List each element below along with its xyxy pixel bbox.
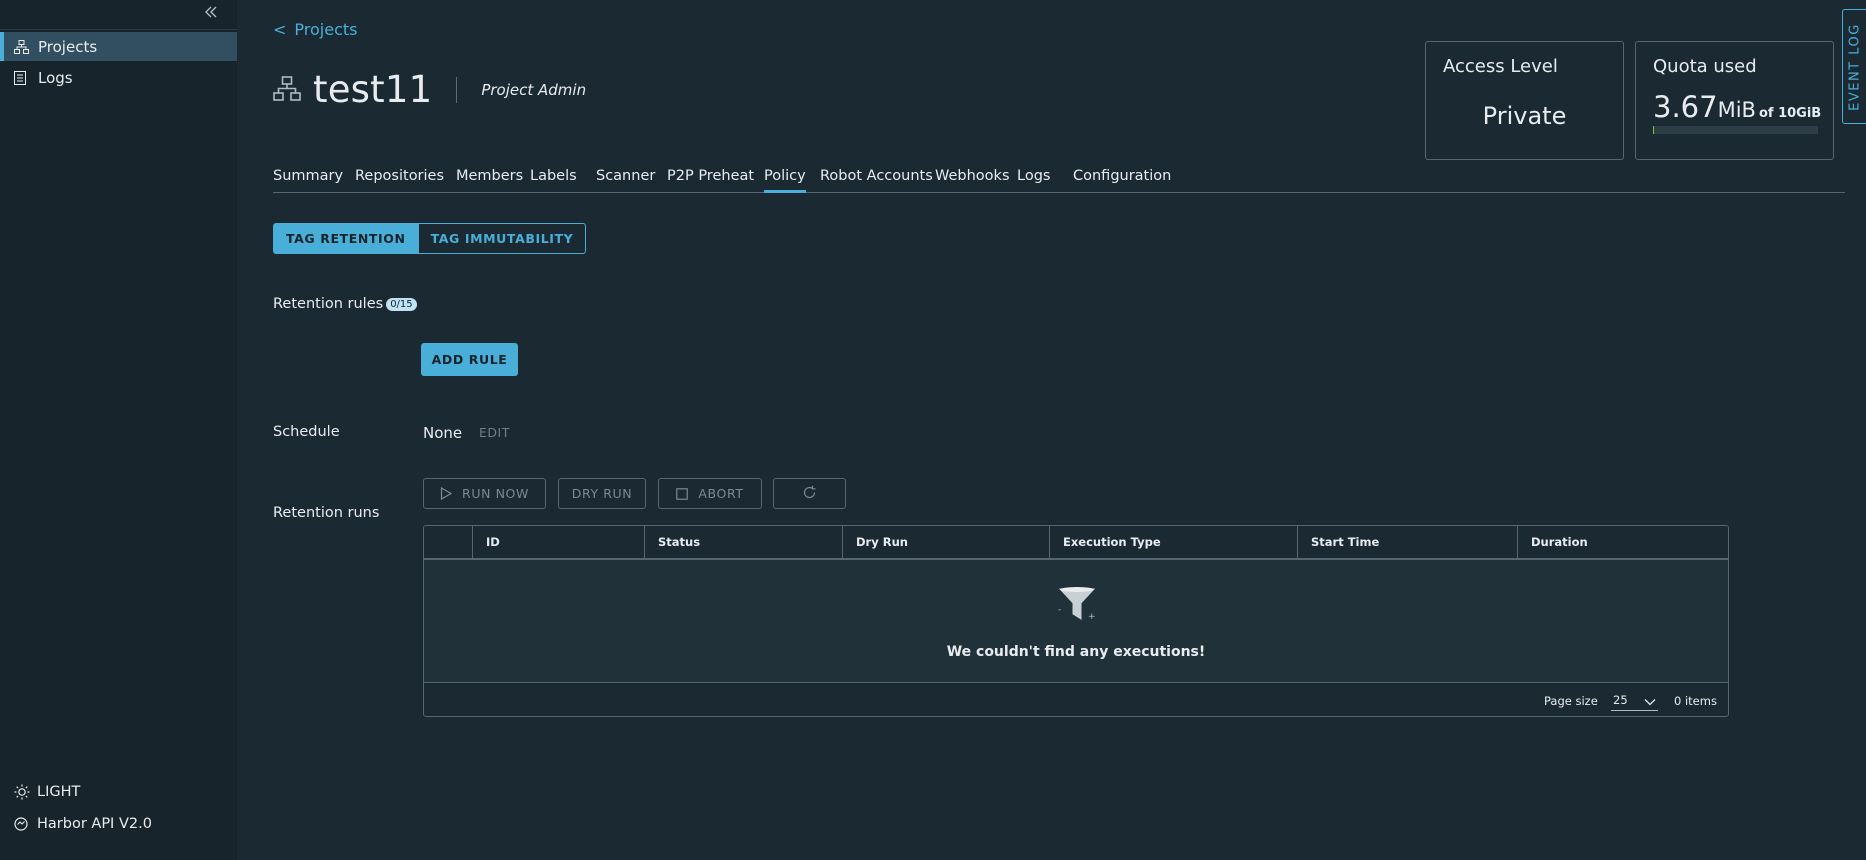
tab-webhooks[interactable]: Webhooks: [935, 168, 1010, 193]
chevron-down-icon: [1644, 695, 1656, 709]
tab-policy[interactable]: Policy: [764, 168, 806, 193]
quota-card: Quota used 3.67MiB of 10GiB: [1635, 41, 1834, 160]
column-header-start-time[interactable]: Start Time: [1297, 526, 1517, 558]
harbor-api-link[interactable]: Harbor API V2.0: [0, 811, 237, 837]
abort-button[interactable]: ABORT: [658, 478, 762, 509]
project-header: test11 Project Admin: [273, 68, 586, 111]
sidebar-item-label: Logs: [38, 68, 73, 87]
project-tabs: Summary Repositories Members Labels Scan…: [273, 168, 1845, 193]
access-level-card: Access Level Private: [1425, 41, 1624, 160]
retention-runs-label: Retention runs: [273, 505, 380, 521]
retention-rules-text: Retention rules: [273, 296, 384, 312]
sidebar: Projects Logs LIGHT Harbor API V2.0: [0, 0, 237, 860]
table-footer: Page size 25 0 items: [424, 682, 1728, 716]
quota-total: of 10GiB: [1758, 106, 1822, 121]
svg-text:-: -: [1058, 605, 1061, 615]
tab-repositories[interactable]: Repositories: [355, 168, 444, 193]
retention-rules-label: Retention rules 0/15: [273, 296, 417, 312]
items-count: 0 items: [1674, 694, 1717, 708]
title-divider: [456, 76, 458, 103]
empty-state-text: We couldn't find any executions!: [946, 644, 1206, 660]
column-header-status[interactable]: Status: [644, 526, 842, 558]
retention-runs-table: ID Status Dry Run Execution Type Start T…: [423, 525, 1729, 717]
access-level-title: Access Level: [1443, 56, 1558, 77]
event-log-tab[interactable]: EVENT LOG: [1842, 9, 1866, 124]
tab-p2p-preheat[interactable]: P2P Preheat: [667, 168, 754, 193]
breadcrumb-projects-link[interactable]: Projects: [294, 20, 357, 39]
schedule-edit-button[interactable]: EDIT: [479, 425, 510, 440]
refresh-icon: [802, 485, 817, 503]
tab-logs[interactable]: Logs: [1017, 168, 1050, 193]
quota-unit: MiB: [1717, 98, 1756, 122]
tab-scanner[interactable]: Scanner: [596, 168, 655, 193]
column-header-execution-type[interactable]: Execution Type: [1049, 526, 1297, 558]
add-rule-button[interactable]: ADD RULE: [421, 343, 518, 376]
projects-icon: [14, 39, 33, 54]
api-label: Harbor API V2.0: [37, 816, 152, 832]
sidebar-item-logs[interactable]: Logs: [0, 63, 237, 92]
sidebar-item-label: Projects: [38, 37, 98, 56]
play-icon: [440, 487, 453, 500]
run-now-button[interactable]: RUN NOW: [423, 478, 546, 509]
quota-progress-fill: [1653, 126, 1654, 134]
page-size-label: Page size: [1544, 694, 1598, 708]
chevron-left-icon: <: [273, 20, 287, 39]
column-header-id[interactable]: ID: [472, 526, 644, 558]
quota-title: Quota used: [1653, 56, 1757, 77]
tag-retention-button[interactable]: TAG RETENTION: [273, 223, 419, 254]
quota-value: 3.67MiB of 10GiB: [1653, 90, 1821, 124]
theme-toggle[interactable]: LIGHT: [0, 779, 237, 805]
filter-funnel-icon: - +: [1056, 586, 1098, 628]
table-body: - + We couldn't find any executions!: [424, 560, 1728, 682]
breadcrumb[interactable]: < Projects: [273, 20, 357, 39]
schedule-label: Schedule: [273, 424, 340, 440]
theme-label: LIGHT: [37, 784, 81, 800]
collapse-sidebar-icon[interactable]: [203, 3, 223, 23]
main-content: < Projects test11 Project Admin Access Le…: [237, 0, 1866, 860]
schedule-value: None: [423, 424, 463, 442]
refresh-button[interactable]: [773, 478, 846, 509]
run-now-label: RUN NOW: [462, 486, 529, 501]
sun-icon: [14, 784, 33, 800]
dry-run-label: DRY RUN: [571, 486, 633, 501]
page-size-value: 25: [1613, 693, 1628, 707]
tab-summary[interactable]: Summary: [273, 168, 343, 193]
tab-configuration[interactable]: Configuration: [1073, 168, 1171, 193]
access-level-value: Private: [1482, 102, 1567, 130]
stop-icon: [676, 487, 689, 500]
sidebar-item-projects[interactable]: Projects: [0, 32, 237, 61]
quota-number: 3.67: [1653, 90, 1718, 124]
sidebar-divider: [0, 29, 237, 30]
dry-run-button[interactable]: DRY RUN: [558, 478, 646, 509]
event-log-label: EVENT LOG: [1847, 22, 1863, 111]
tab-members[interactable]: Members: [456, 168, 523, 193]
project-icon: [273, 75, 301, 104]
api-icon: [14, 817, 33, 831]
abort-label: ABORT: [698, 486, 744, 501]
column-header-dry-run[interactable]: Dry Run: [842, 526, 1049, 558]
quota-progress-bar: [1653, 126, 1818, 134]
tag-immutability-button[interactable]: TAG IMMUTABILITY: [418, 223, 587, 254]
table-header: ID Status Dry Run Execution Type Start T…: [424, 526, 1728, 560]
tab-labels[interactable]: Labels: [530, 168, 577, 193]
column-header-duration[interactable]: Duration: [1517, 526, 1727, 558]
page-size-select[interactable]: 25: [1611, 691, 1658, 711]
project-role: Project Admin: [481, 80, 587, 99]
logs-icon: [14, 70, 33, 85]
tab-robot-accounts[interactable]: Robot Accounts: [820, 168, 933, 193]
svg-text:+: +: [1088, 612, 1096, 622]
rules-count-badge: 0/15: [386, 298, 417, 311]
policy-segment: TAG RETENTION TAG IMMUTABILITY: [273, 223, 587, 254]
page-title: test11: [313, 68, 433, 111]
